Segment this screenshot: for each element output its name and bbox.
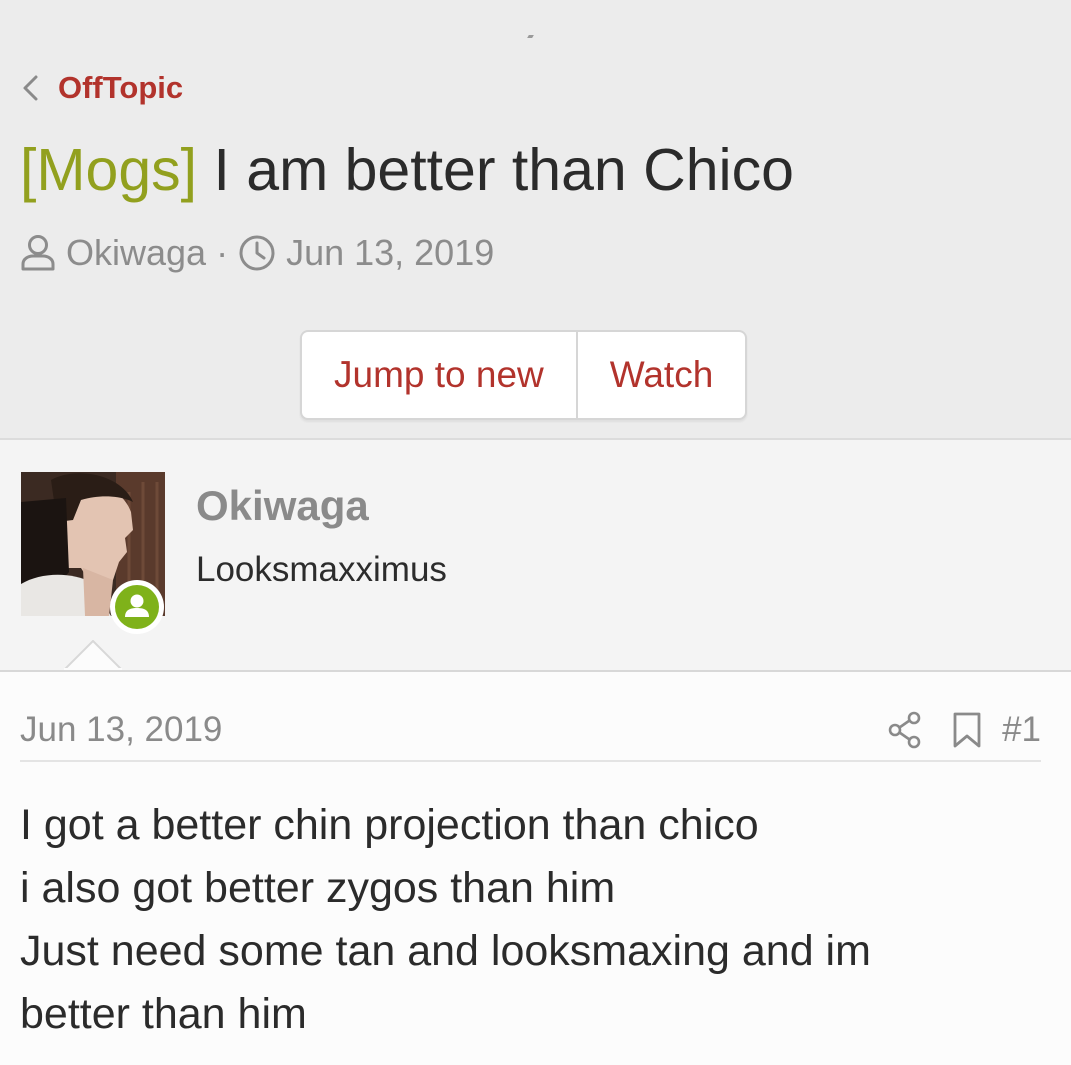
user-icon bbox=[21, 235, 55, 271]
post-text-line: I got a better chin projection than chic… bbox=[20, 801, 759, 849]
meta-separator: · bbox=[216, 232, 229, 273]
thread-action-buttons: Jump to new Watch bbox=[300, 330, 748, 420]
post-number-link[interactable]: #1 bbox=[1002, 710, 1041, 750]
thread-title: [Mogs] I am better than Chico bbox=[20, 132, 794, 208]
post-actions bbox=[888, 711, 982, 749]
post-body: I got a better chin projection than chic… bbox=[20, 794, 1050, 1046]
online-status-icon bbox=[110, 580, 164, 634]
post-meta: Jun 13, 2019 #1 bbox=[20, 700, 1041, 762]
post-author-bar: Okiwaga Looksmaxximus bbox=[0, 438, 1071, 672]
thread-meta: Okiwaga · Jun 13, 2019 bbox=[20, 230, 494, 276]
post-author-title: Looksmaxximus bbox=[196, 550, 447, 589]
post-text-line: i also got better zygos than him bbox=[20, 864, 616, 912]
breadcrumb: OffTopic bbox=[20, 68, 183, 108]
post-arrow-divider bbox=[64, 640, 122, 670]
post-text-line: Just need some tan and looksmaxing and i… bbox=[20, 927, 871, 975]
post-author-name[interactable]: Okiwaga bbox=[196, 482, 369, 530]
jump-to-new-button[interactable]: Jump to new bbox=[302, 332, 576, 418]
thread-author-link[interactable]: Okiwaga bbox=[66, 232, 206, 274]
thread-title-text: I am better than Chico bbox=[213, 137, 794, 203]
post-text-line: better than him bbox=[20, 990, 307, 1038]
thread-page: OffTopic [Mogs] I am better than Chico O… bbox=[0, 0, 1071, 1065]
chevron-left-icon[interactable] bbox=[20, 73, 42, 103]
watch-button[interactable]: Watch bbox=[575, 332, 745, 418]
bookmark-icon[interactable] bbox=[952, 711, 982, 749]
clock-icon bbox=[239, 235, 275, 271]
thread-header: OffTopic [Mogs] I am better than Chico O… bbox=[0, 0, 1071, 438]
breadcrumb-offtopic-link[interactable]: OffTopic bbox=[58, 70, 183, 106]
thread-date[interactable]: Jun 13, 2019 bbox=[286, 232, 494, 274]
loading-indicator bbox=[527, 35, 534, 38]
thread-prefix[interactable]: [Mogs] bbox=[20, 137, 197, 203]
share-icon[interactable] bbox=[888, 711, 922, 749]
post-date[interactable]: Jun 13, 2019 bbox=[20, 710, 888, 750]
